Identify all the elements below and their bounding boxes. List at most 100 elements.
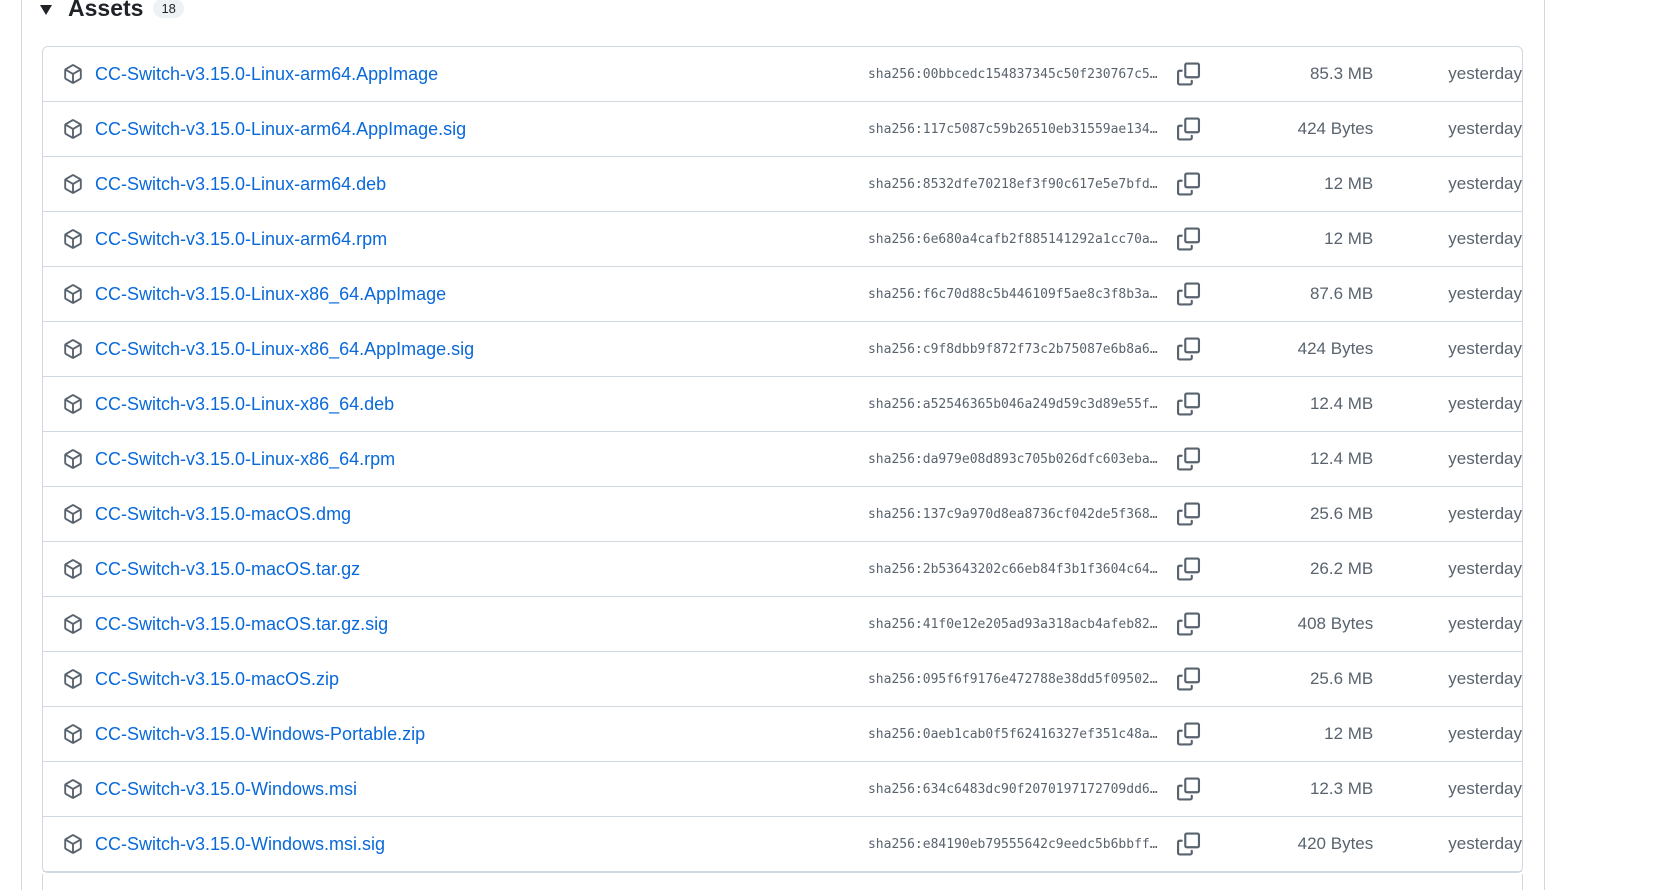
assets-count-badge: 18 xyxy=(153,0,184,18)
copy-icon[interactable] xyxy=(1177,832,1201,856)
asset-date: yesterday xyxy=(1448,449,1522,468)
package-icon xyxy=(64,669,82,689)
asset-sha256: sha256:0aeb1cab0f5f62416327ef351c48a… xyxy=(867,726,1158,742)
asset-sha256: sha256:a52546365b046a249d59c3d89e55f… xyxy=(867,396,1158,412)
asset-size: 85.3 MB xyxy=(1309,64,1374,83)
asset-sha256: sha256:2b53643202c66eb84f3b1f3604c64… xyxy=(867,561,1158,577)
package-icon xyxy=(64,724,82,744)
asset-download-link[interactable]: CC-Switch-v3.15.0-macOS.tar.gz xyxy=(95,559,834,580)
asset-download-link[interactable]: CC-Switch-v3.15.0-Windows.msi xyxy=(95,779,834,800)
asset-date: yesterday xyxy=(1448,394,1522,413)
package-icon xyxy=(64,229,82,249)
assets-header[interactable]: Assets 18 xyxy=(40,0,184,26)
package-icon xyxy=(64,559,82,579)
asset-sha256: sha256:095f6f9176e472788e38dd5f09502… xyxy=(867,671,1158,687)
copy-icon[interactable] xyxy=(1177,117,1201,141)
asset-download-link[interactable]: CC-Switch-v3.15.0-Windows.msi.sig xyxy=(95,834,834,855)
asset-row: CC-Switch-v3.15.0-Linux-arm64.deb sha256… xyxy=(43,157,1522,212)
copy-icon[interactable] xyxy=(1177,62,1201,86)
copy-icon[interactable] xyxy=(1177,667,1201,691)
copy-icon[interactable] xyxy=(1177,447,1201,471)
asset-sha256: sha256:f6c70d88c5b446109f5ae8c3f8b3a… xyxy=(867,286,1158,302)
asset-date: yesterday xyxy=(1448,669,1522,688)
package-icon xyxy=(64,614,82,634)
package-icon xyxy=(64,779,82,799)
asset-download-link[interactable]: CC-Switch-v3.15.0-Linux-arm64.AppImage xyxy=(95,64,834,85)
asset-date: yesterday xyxy=(1448,724,1522,743)
triangle-down-icon[interactable] xyxy=(40,5,52,15)
package-icon xyxy=(64,119,82,139)
copy-icon[interactable] xyxy=(1177,502,1201,526)
asset-date: yesterday xyxy=(1448,559,1522,578)
asset-sha256: sha256:00bbcedc154837345c50f230767c5… xyxy=(867,66,1158,82)
asset-download-link[interactable]: CC-Switch-v3.15.0-macOS.dmg xyxy=(95,504,834,525)
asset-date: yesterday xyxy=(1448,64,1522,83)
package-icon xyxy=(64,394,82,414)
asset-size: 26.2 MB xyxy=(1309,559,1374,578)
package-icon xyxy=(64,504,82,524)
asset-row: CC-Switch-v3.15.0-macOS.dmg sha256:137c9… xyxy=(43,487,1522,542)
asset-size: 12 MB xyxy=(1324,229,1374,248)
assets-list: CC-Switch-v3.15.0-Linux-arm64.AppImage s… xyxy=(42,46,1523,873)
asset-row: CC-Switch-v3.15.0-Linux-x86_64.rpm sha25… xyxy=(43,432,1522,487)
release-assets-page: Assets 18 CC-Switch-v3.15.0-Linux-arm64.… xyxy=(0,0,1665,890)
asset-size: 25.6 MB xyxy=(1309,504,1374,523)
asset-download-link[interactable]: CC-Switch-v3.15.0-Linux-x86_64.AppImage.… xyxy=(95,339,834,360)
copy-icon[interactable] xyxy=(1177,282,1201,306)
asset-date: yesterday xyxy=(1448,119,1522,138)
assets-title: Assets xyxy=(68,0,144,21)
asset-size: 12.3 MB xyxy=(1309,779,1374,798)
asset-sha256: sha256:137c9a970d8ea8736cf042de5f368… xyxy=(867,506,1158,522)
asset-download-link[interactable]: CC-Switch-v3.15.0-Windows-Portable.zip xyxy=(95,724,834,745)
copy-icon[interactable] xyxy=(1177,612,1201,636)
copy-icon[interactable] xyxy=(1177,722,1201,746)
copy-icon[interactable] xyxy=(1177,172,1201,196)
package-icon xyxy=(64,284,82,304)
asset-date: yesterday xyxy=(1448,284,1522,303)
asset-download-link[interactable]: CC-Switch-v3.15.0-Linux-x86_64.deb xyxy=(95,394,834,415)
asset-sha256: sha256:e84190eb79555642c9eedc5b6bbff… xyxy=(867,836,1158,852)
asset-size: 420 Bytes xyxy=(1297,834,1374,853)
asset-row: CC-Switch-v3.15.0-Linux-x86_64.AppImage.… xyxy=(43,322,1522,377)
asset-size: 12 MB xyxy=(1324,724,1374,743)
asset-date: yesterday xyxy=(1448,834,1522,853)
package-icon xyxy=(64,834,82,854)
asset-row: CC-Switch-v3.15.0-Windows.msi.sig sha256… xyxy=(43,817,1522,872)
asset-download-link[interactable]: CC-Switch-v3.15.0-macOS.tar.gz.sig xyxy=(95,614,834,635)
asset-sha256: sha256:8532dfe70218ef3f90c617e5e7bfd… xyxy=(867,176,1158,192)
asset-download-link[interactable]: CC-Switch-v3.15.0-Linux-x86_64.rpm xyxy=(95,449,834,470)
asset-row: CC-Switch-v3.15.0-Linux-arm64.AppImage.s… xyxy=(43,102,1522,157)
asset-download-link[interactable]: CC-Switch-v3.15.0-Linux-x86_64.AppImage xyxy=(95,284,834,305)
asset-download-link[interactable]: CC-Switch-v3.15.0-Linux-arm64.AppImage.s… xyxy=(95,119,834,140)
partial-asset-row xyxy=(42,874,1523,890)
package-icon xyxy=(64,339,82,359)
copy-icon[interactable] xyxy=(1177,557,1201,581)
asset-row: CC-Switch-v3.15.0-Linux-arm64.rpm sha256… xyxy=(43,212,1522,267)
copy-icon[interactable] xyxy=(1177,337,1201,361)
asset-sha256: sha256:117c5087c59b26510eb31559ae134… xyxy=(867,121,1158,137)
asset-download-link[interactable]: CC-Switch-v3.15.0-macOS.zip xyxy=(95,669,834,690)
asset-row: CC-Switch-v3.15.0-Windows.msi sha256:634… xyxy=(43,762,1522,817)
copy-icon[interactable] xyxy=(1177,392,1201,416)
asset-date: yesterday xyxy=(1448,614,1522,633)
asset-date: yesterday xyxy=(1448,339,1522,358)
asset-download-link[interactable]: CC-Switch-v3.15.0-Linux-arm64.deb xyxy=(95,174,834,195)
asset-date: yesterday xyxy=(1448,229,1522,248)
asset-date: yesterday xyxy=(1448,779,1522,798)
asset-download-link[interactable]: CC-Switch-v3.15.0-Linux-arm64.rpm xyxy=(95,229,834,250)
asset-sha256: sha256:da979e08d893c705b026dfc603eba… xyxy=(867,451,1158,467)
asset-size: 12.4 MB xyxy=(1309,394,1374,413)
asset-row: CC-Switch-v3.15.0-macOS.tar.gz.sig sha25… xyxy=(43,597,1522,652)
package-icon xyxy=(64,64,82,84)
asset-row: CC-Switch-v3.15.0-Linux-arm64.AppImage s… xyxy=(43,47,1522,102)
asset-row: CC-Switch-v3.15.0-Linux-x86_64.AppImage … xyxy=(43,267,1522,322)
asset-size: 12.4 MB xyxy=(1309,449,1374,468)
asset-sha256: sha256:41f0e12e205ad93a318acb4afeb82… xyxy=(867,616,1158,632)
copy-icon[interactable] xyxy=(1177,777,1201,801)
asset-row: CC-Switch-v3.15.0-Linux-x86_64.deb sha25… xyxy=(43,377,1522,432)
copy-icon[interactable] xyxy=(1177,227,1201,251)
asset-row: CC-Switch-v3.15.0-Windows-Portable.zip s… xyxy=(43,707,1522,762)
asset-row: CC-Switch-v3.15.0-macOS.zip sha256:095f6… xyxy=(43,652,1522,707)
package-icon xyxy=(64,449,82,469)
asset-date: yesterday xyxy=(1448,174,1522,193)
